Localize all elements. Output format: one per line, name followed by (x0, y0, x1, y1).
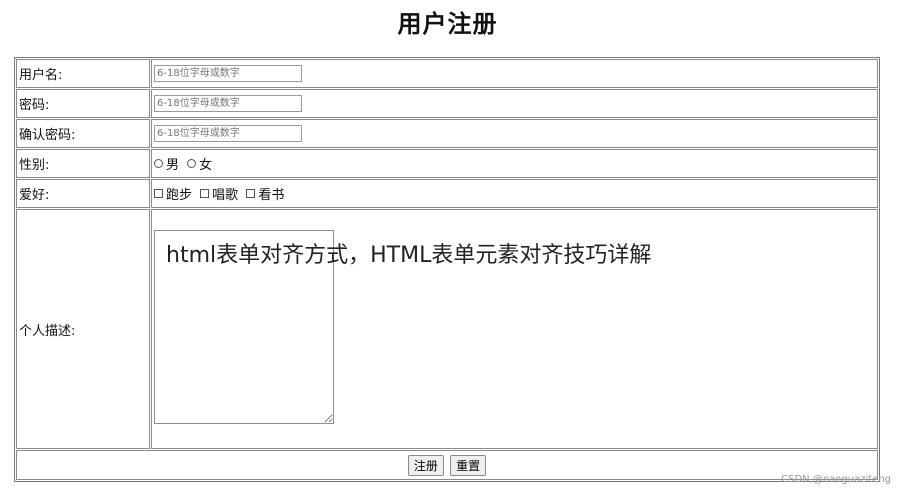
submit-button[interactable]: 注册 (407, 454, 444, 476)
checkbox-icon[interactable] (246, 189, 256, 198)
registration-form-table: 用户名: 密码: 确认密码: 性别: 男 (14, 57, 880, 482)
gender-option-label: 女 (199, 158, 213, 173)
page-title: 用户注册 (397, 10, 498, 38)
gender-option-female[interactable]: 女 (187, 154, 212, 173)
password-label: 密码: (16, 89, 150, 118)
username-label: 用户名: (16, 59, 150, 88)
gender-label: 性别: (16, 149, 150, 178)
hobby-option-label: 看书 (258, 188, 285, 203)
hobby-option-label: 唱歌 (212, 188, 239, 203)
checkbox-icon[interactable] (200, 189, 210, 198)
password-cell (151, 89, 878, 118)
radio-icon[interactable] (187, 159, 197, 168)
password-row: 密码: (16, 89, 878, 118)
hobbies-row: 爱好: 跑步 唱歌 看书 (16, 179, 878, 208)
checkbox-icon[interactable] (154, 189, 163, 198)
username-cell (151, 59, 878, 88)
hobby-option-running[interactable]: 跑步 (154, 184, 192, 203)
gender-option-male[interactable]: 男 (154, 154, 179, 173)
password-input[interactable] (154, 95, 302, 112)
hobby-option-reading[interactable]: 看书 (246, 184, 284, 203)
confirm-password-input[interactable] (154, 125, 302, 142)
buttons-cell: 注册 重置 (16, 450, 878, 480)
gender-cell: 男 女 (151, 149, 878, 178)
description-label: 个人描述: (16, 209, 150, 449)
article-headline-overlay: html表单对齐方式，HTML表单元素对齐技巧详解 (166, 243, 652, 268)
gender-row: 性别: 男 女 (16, 149, 878, 178)
gender-option-label: 男 (166, 158, 180, 173)
confirm-password-row: 确认密码: (16, 119, 878, 148)
hobbies-label: 爱好: (16, 179, 150, 208)
username-row: 用户名: (16, 59, 878, 88)
csdn-credit: CSDN @naoguaziteng (781, 474, 891, 485)
hobbies-cell: 跑步 唱歌 看书 (151, 179, 878, 208)
hobby-option-label: 跑步 (166, 188, 193, 203)
buttons-row: 注册 重置 (16, 450, 878, 480)
username-input[interactable] (154, 65, 302, 82)
page: 用户注册 用户名: 密码: 确认密码: 性别: 男 (0, 0, 897, 490)
reset-button[interactable]: 重置 (450, 454, 487, 476)
confirm-password-label: 确认密码: (16, 119, 150, 148)
radio-icon[interactable] (154, 159, 163, 168)
hobby-option-singing[interactable]: 唱歌 (200, 184, 238, 203)
confirm-password-cell (151, 119, 878, 148)
